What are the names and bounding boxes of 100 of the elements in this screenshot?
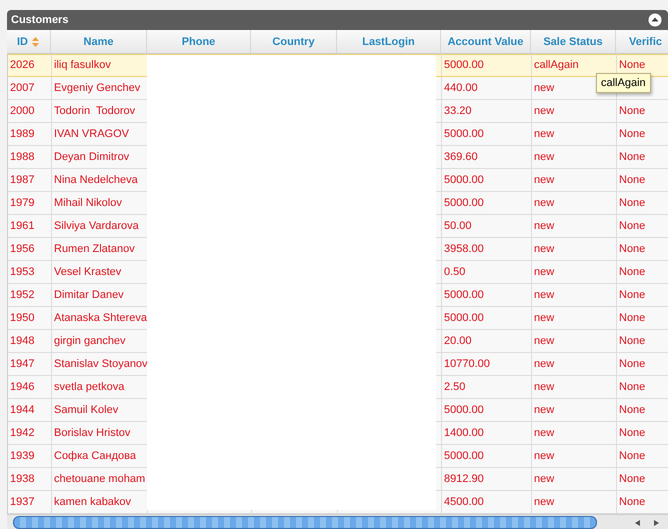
table-cell: 50.00 <box>444 220 472 232</box>
table-cell: 5000.00 <box>444 197 484 209</box>
table-cell: None <box>619 105 646 117</box>
table-cell: new <box>534 220 554 232</box>
table-cell: new <box>534 496 554 508</box>
table-cell: None <box>619 358 646 370</box>
table-cell: 1946 <box>10 381 34 393</box>
table-cell: Rumen Zlatanov <box>54 243 135 255</box>
table-cell: iliq fasulkov <box>54 59 111 71</box>
table-cell: new <box>534 266 554 278</box>
table-cell: None <box>619 473 646 485</box>
table-cell: 1947 <box>10 358 34 370</box>
table-cell: None <box>619 289 646 301</box>
table-cell: None <box>619 174 646 186</box>
table-cell: 1953 <box>10 266 34 278</box>
table-cell: None <box>619 266 646 278</box>
table-cell: new <box>534 197 554 209</box>
table-cell: Borislav Hristov <box>54 427 130 439</box>
table-cell: Deyan Dimitrov <box>54 151 130 163</box>
table-cell: new <box>534 473 554 485</box>
table-cell: 2.50 <box>444 381 466 393</box>
table-cell: None <box>619 128 646 140</box>
table-cell: None <box>619 220 646 232</box>
table-cell: 8912.90 <box>444 473 484 485</box>
table-cell: None <box>619 381 646 393</box>
table-cell: new <box>534 289 554 301</box>
table-cell: 5000.00 <box>444 450 484 462</box>
table-cell: Atanaska Shtereva <box>54 312 147 324</box>
table-cell: 5000.00 <box>444 289 484 301</box>
table-cell: 1950 <box>10 312 34 324</box>
table-cell: Evgeniy Genchev <box>54 82 140 94</box>
tooltip: callAgain <box>596 73 651 93</box>
table-cell: 4500.00 <box>444 496 484 508</box>
table-cell: 20.00 <box>444 335 472 347</box>
table-cell: 1989 <box>10 128 34 140</box>
table-cell: Silviya Vardarova <box>54 220 139 232</box>
table-cell: Nina Nedelcheva <box>54 174 138 186</box>
table-cell: 1944 <box>10 404 34 416</box>
table-cell: 10770.00 <box>444 358 490 370</box>
table-cell: IVAN VRAGOV <box>54 128 129 140</box>
table-cell: Vesel Krastev <box>54 266 122 278</box>
table-cell: 33.20 <box>444 105 472 117</box>
table-cell: 369.60 <box>444 151 478 163</box>
table-cell: new <box>534 174 554 186</box>
table-cell: 5000.00 <box>444 128 484 140</box>
table-cell: None <box>619 450 646 462</box>
table-cell: new <box>534 128 554 140</box>
table-cell: callAgain <box>534 59 579 71</box>
panel-title: Customers <box>11 14 68 26</box>
table-cell: svetla petkova <box>54 381 124 393</box>
table-cell: new <box>534 82 554 94</box>
table-cell: 1942 <box>10 427 34 439</box>
table-cell: None <box>619 59 646 71</box>
table-cell: 1937 <box>10 496 34 508</box>
table-cell: new <box>534 427 554 439</box>
table-cell: 1961 <box>10 220 34 232</box>
table-cell: 1956 <box>10 243 34 255</box>
table-cell: 2026 <box>10 59 34 71</box>
table-cell: 1988 <box>10 151 34 163</box>
table-cell: None <box>619 427 646 439</box>
table-cell: new <box>534 312 554 324</box>
table-cell: None <box>619 151 646 163</box>
table-cell: new <box>534 243 554 255</box>
table-cell: chetouane moham <box>54 473 146 485</box>
table-cell: None <box>619 312 646 324</box>
table-cell: 5000.00 <box>444 174 484 186</box>
table-cell: new <box>534 335 554 347</box>
table-cell: Samuil Kolev <box>54 404 118 416</box>
table-cell: 1938 <box>10 473 34 485</box>
table-cell: Todorin Todorov <box>54 105 136 117</box>
table-cell: 1939 <box>10 450 34 462</box>
table-cell: 1979 <box>10 197 34 209</box>
table-cell: 0.50 <box>444 266 466 278</box>
table-cell: 5000.00 <box>444 404 484 416</box>
table-cell: 3958.00 <box>444 243 484 255</box>
table-cell: new <box>534 358 554 370</box>
table-cell: new <box>534 381 554 393</box>
table-cell: None <box>619 197 646 209</box>
table-cell: 1952 <box>10 289 34 301</box>
table-cell: new <box>534 105 554 117</box>
table-cell: new <box>534 450 554 462</box>
table-cell: None <box>619 335 646 347</box>
table-cell: None <box>619 496 646 508</box>
table-cell: Софка Сандова <box>54 450 136 462</box>
table-cell: 1948 <box>10 335 34 347</box>
table-cell: 2000 <box>10 105 34 117</box>
table-cell: 5000.00 <box>444 59 484 71</box>
table-cell: 1400.00 <box>444 427 484 439</box>
table-cell: None <box>619 404 646 416</box>
table-cell: 1987 <box>10 174 34 186</box>
table-cell: girgin ganchev <box>54 335 126 347</box>
table-cell: new <box>534 151 554 163</box>
table-cell: None <box>619 243 646 255</box>
table-cell: new <box>534 404 554 416</box>
table-cell: kamen kabakov <box>54 496 132 508</box>
table-cell: Mihail Nikolov <box>54 197 122 209</box>
table-cell: 5000.00 <box>444 312 484 324</box>
table-cell: 2007 <box>10 82 34 94</box>
table-cell: 440.00 <box>444 82 478 94</box>
table-cell: Dimitar Danev <box>54 289 124 301</box>
